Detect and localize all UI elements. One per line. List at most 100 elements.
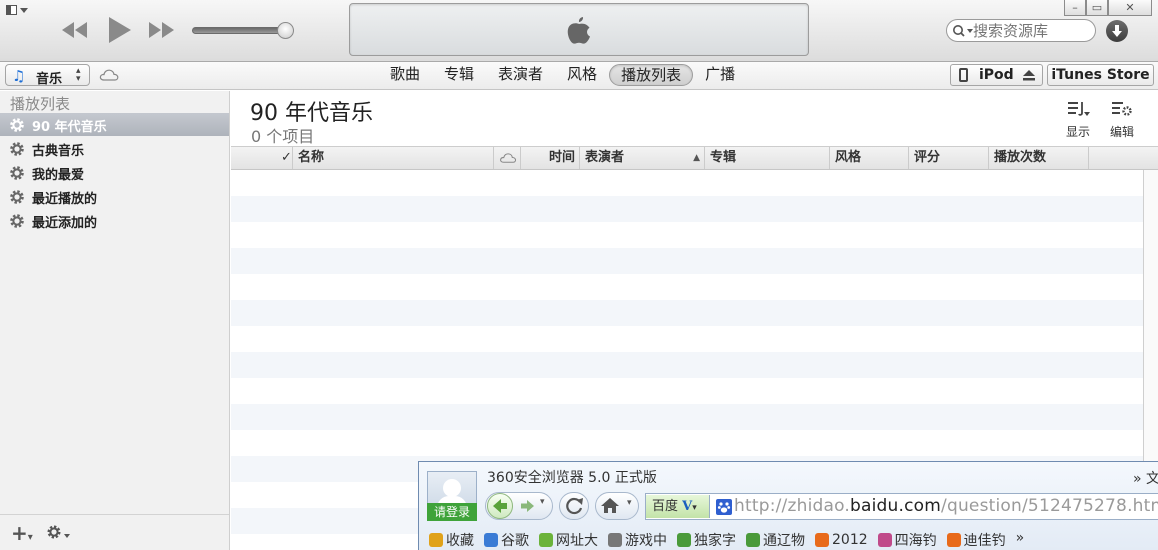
column-check[interactable]: ✓ — [278, 147, 293, 169]
sidebar-playlist-item[interactable]: 我的最爱 — [0, 161, 229, 184]
table-row[interactable] — [231, 300, 1143, 326]
tab-0[interactable]: 歌曲 — [378, 64, 432, 86]
bookmark-item[interactable]: 四海钓 — [877, 530, 937, 550]
edit-playlist-button[interactable]: 编辑 — [1107, 99, 1137, 143]
column-name[interactable]: 名称 — [293, 147, 494, 169]
volume-knob[interactable] — [277, 22, 294, 39]
add-playlist-button[interactable]: +▾ — [11, 521, 33, 545]
table-row[interactable] — [231, 248, 1143, 274]
tab-2[interactable]: 表演者 — [486, 64, 555, 86]
play-button[interactable] — [106, 14, 134, 46]
sidebar: 播放列表 90 年代音乐 古典音乐我的最爱最近播放的最近添加的 +▾ — [0, 91, 230, 550]
chevron-down-icon[interactable]: ▾ — [540, 497, 545, 507]
tab-4[interactable]: 播放列表 — [609, 64, 694, 86]
column-plays[interactable]: 播放次数 — [989, 147, 1089, 169]
previous-button[interactable] — [60, 14, 90, 46]
taobao-icon — [946, 533, 961, 547]
itunes-store-button[interactable]: iTunes Store — [1047, 64, 1154, 86]
apple-logo-icon — [567, 17, 590, 44]
table-row[interactable] — [231, 404, 1143, 430]
column-cloud[interactable] — [494, 147, 521, 169]
table-row[interactable] — [231, 378, 1143, 404]
back-button[interactable] — [487, 493, 513, 519]
table-row[interactable] — [231, 196, 1143, 222]
address-bar[interactable]: 百度 V▾ http://zhidao.baidu.com/question/5… — [645, 493, 1158, 520]
column-time[interactable]: 时间 — [521, 147, 580, 169]
bookmark-item[interactable]: 收藏 — [429, 530, 474, 550]
smart-playlist-gear-icon — [10, 190, 24, 204]
bookmark-item[interactable]: 通辽物 — [746, 530, 805, 550]
sort-ascending-icon: ▲ — [693, 153, 700, 163]
sidebar-playlist-item[interactable]: 最近播放的 — [0, 185, 229, 208]
refresh-icon — [566, 497, 583, 515]
tab-1[interactable]: 专辑 — [432, 64, 486, 86]
column-genre[interactable]: 风格 — [830, 147, 909, 169]
bookmark-item[interactable]: 游戏中 — [608, 530, 667, 550]
baidu-paw-icon — [716, 499, 732, 519]
table-row[interactable] — [231, 352, 1143, 378]
minimize-button[interactable]: – — [1064, 0, 1086, 16]
volume-slider[interactable] — [192, 22, 294, 40]
column-album[interactable]: 专辑 — [705, 147, 830, 169]
eject-icon[interactable] — [1023, 70, 1035, 81]
forward-button[interactable] — [518, 496, 538, 520]
bookmark-item[interactable]: 谷歌 — [484, 530, 529, 550]
next-button[interactable] — [146, 14, 176, 46]
library-search[interactable] — [946, 19, 1096, 42]
browser-more-button[interactable]: » 文 — [1133, 468, 1158, 488]
smart-playlist-gear-icon — [10, 118, 24, 132]
chevron-down-icon — [20, 8, 28, 13]
restore-button[interactable]: ▭ — [1086, 0, 1108, 16]
navigation-bar: ♫ 音乐 ▴ ▾ 歌曲 专辑 表演者 风格 播放列表 广播 iPod iTunes Stor… — [0, 62, 1158, 90]
ipod-device-button[interactable]: iPod — [950, 64, 1043, 86]
bookmark-item[interactable]: 迪佳钓 — [946, 530, 1006, 550]
refresh-button[interactable] — [559, 492, 589, 520]
sidebar-heading: 播放列表 — [10, 95, 71, 113]
table-row[interactable] — [231, 170, 1143, 196]
search-input[interactable] — [973, 22, 1091, 40]
home-icon — [601, 498, 619, 513]
chevron-down-icon: ▾ — [627, 498, 632, 508]
menu-toggle-button[interactable] — [6, 4, 32, 18]
device-name: iPod — [979, 67, 1014, 83]
bookmarks-overflow-button[interactable]: » — [1016, 530, 1025, 550]
edit-list-icon — [1112, 102, 1132, 116]
table-row[interactable] — [231, 222, 1143, 248]
library-selector[interactable]: ♫ 音乐 ▴ ▾ — [5, 64, 90, 87]
cloud-icon[interactable] — [99, 68, 119, 82]
playlist-settings-button[interactable] — [46, 523, 72, 545]
ie-icon — [677, 533, 691, 547]
playlist-name: 最近添加的 — [32, 216, 98, 231]
home-button[interactable]: ▾ — [595, 492, 639, 520]
item-count: 0 个项目 — [251, 127, 315, 146]
sidebar-playlist-item[interactable]: 最近添加的 — [0, 209, 229, 232]
smart-playlist-gear-icon — [10, 142, 24, 156]
table-row[interactable] — [231, 326, 1143, 352]
downloads-button[interactable] — [1106, 20, 1128, 42]
search-engine-selector[interactable]: 百度 V▾ — [646, 495, 710, 518]
playlist-name: 我的最爱 — [32, 168, 85, 183]
close-button[interactable]: ✕ — [1108, 0, 1152, 16]
view-options-button[interactable]: 显示 — [1063, 99, 1093, 143]
ie-icon — [746, 533, 760, 547]
tab-5[interactable]: 广播 — [693, 64, 747, 86]
column-rating[interactable]: 评分 — [909, 147, 989, 169]
bookmark-item[interactable]: 独家字 — [677, 530, 736, 550]
tab-3[interactable]: 风格 — [555, 64, 609, 86]
bookmark-item[interactable]: 网址大 — [539, 530, 598, 550]
table-row[interactable] — [231, 274, 1143, 300]
view-list-icon — [1068, 102, 1090, 116]
star-icon — [429, 533, 443, 547]
table-row[interactable] — [231, 430, 1143, 456]
back-forward-group: ▾ — [485, 492, 553, 520]
bookmark-item[interactable]: 2012 — [815, 530, 868, 550]
fish-icon — [877, 533, 892, 547]
bookmarks-bar: 收藏 谷歌 网址大 游戏中 独家字 通辽物 2012 四海钓 迪佳钓 » — [429, 530, 1024, 550]
login-button[interactable]: 请登录 — [427, 503, 477, 521]
ipod-icon — [959, 68, 968, 82]
taobao-icon — [815, 533, 829, 547]
column-artist[interactable]: 表演者 ▲ — [580, 147, 705, 169]
sidebar-playlist-item[interactable]: 90 年代音乐 — [0, 113, 229, 136]
fast-forward-icon — [149, 22, 174, 38]
sidebar-playlist-item[interactable]: 古典音乐 — [0, 137, 229, 160]
